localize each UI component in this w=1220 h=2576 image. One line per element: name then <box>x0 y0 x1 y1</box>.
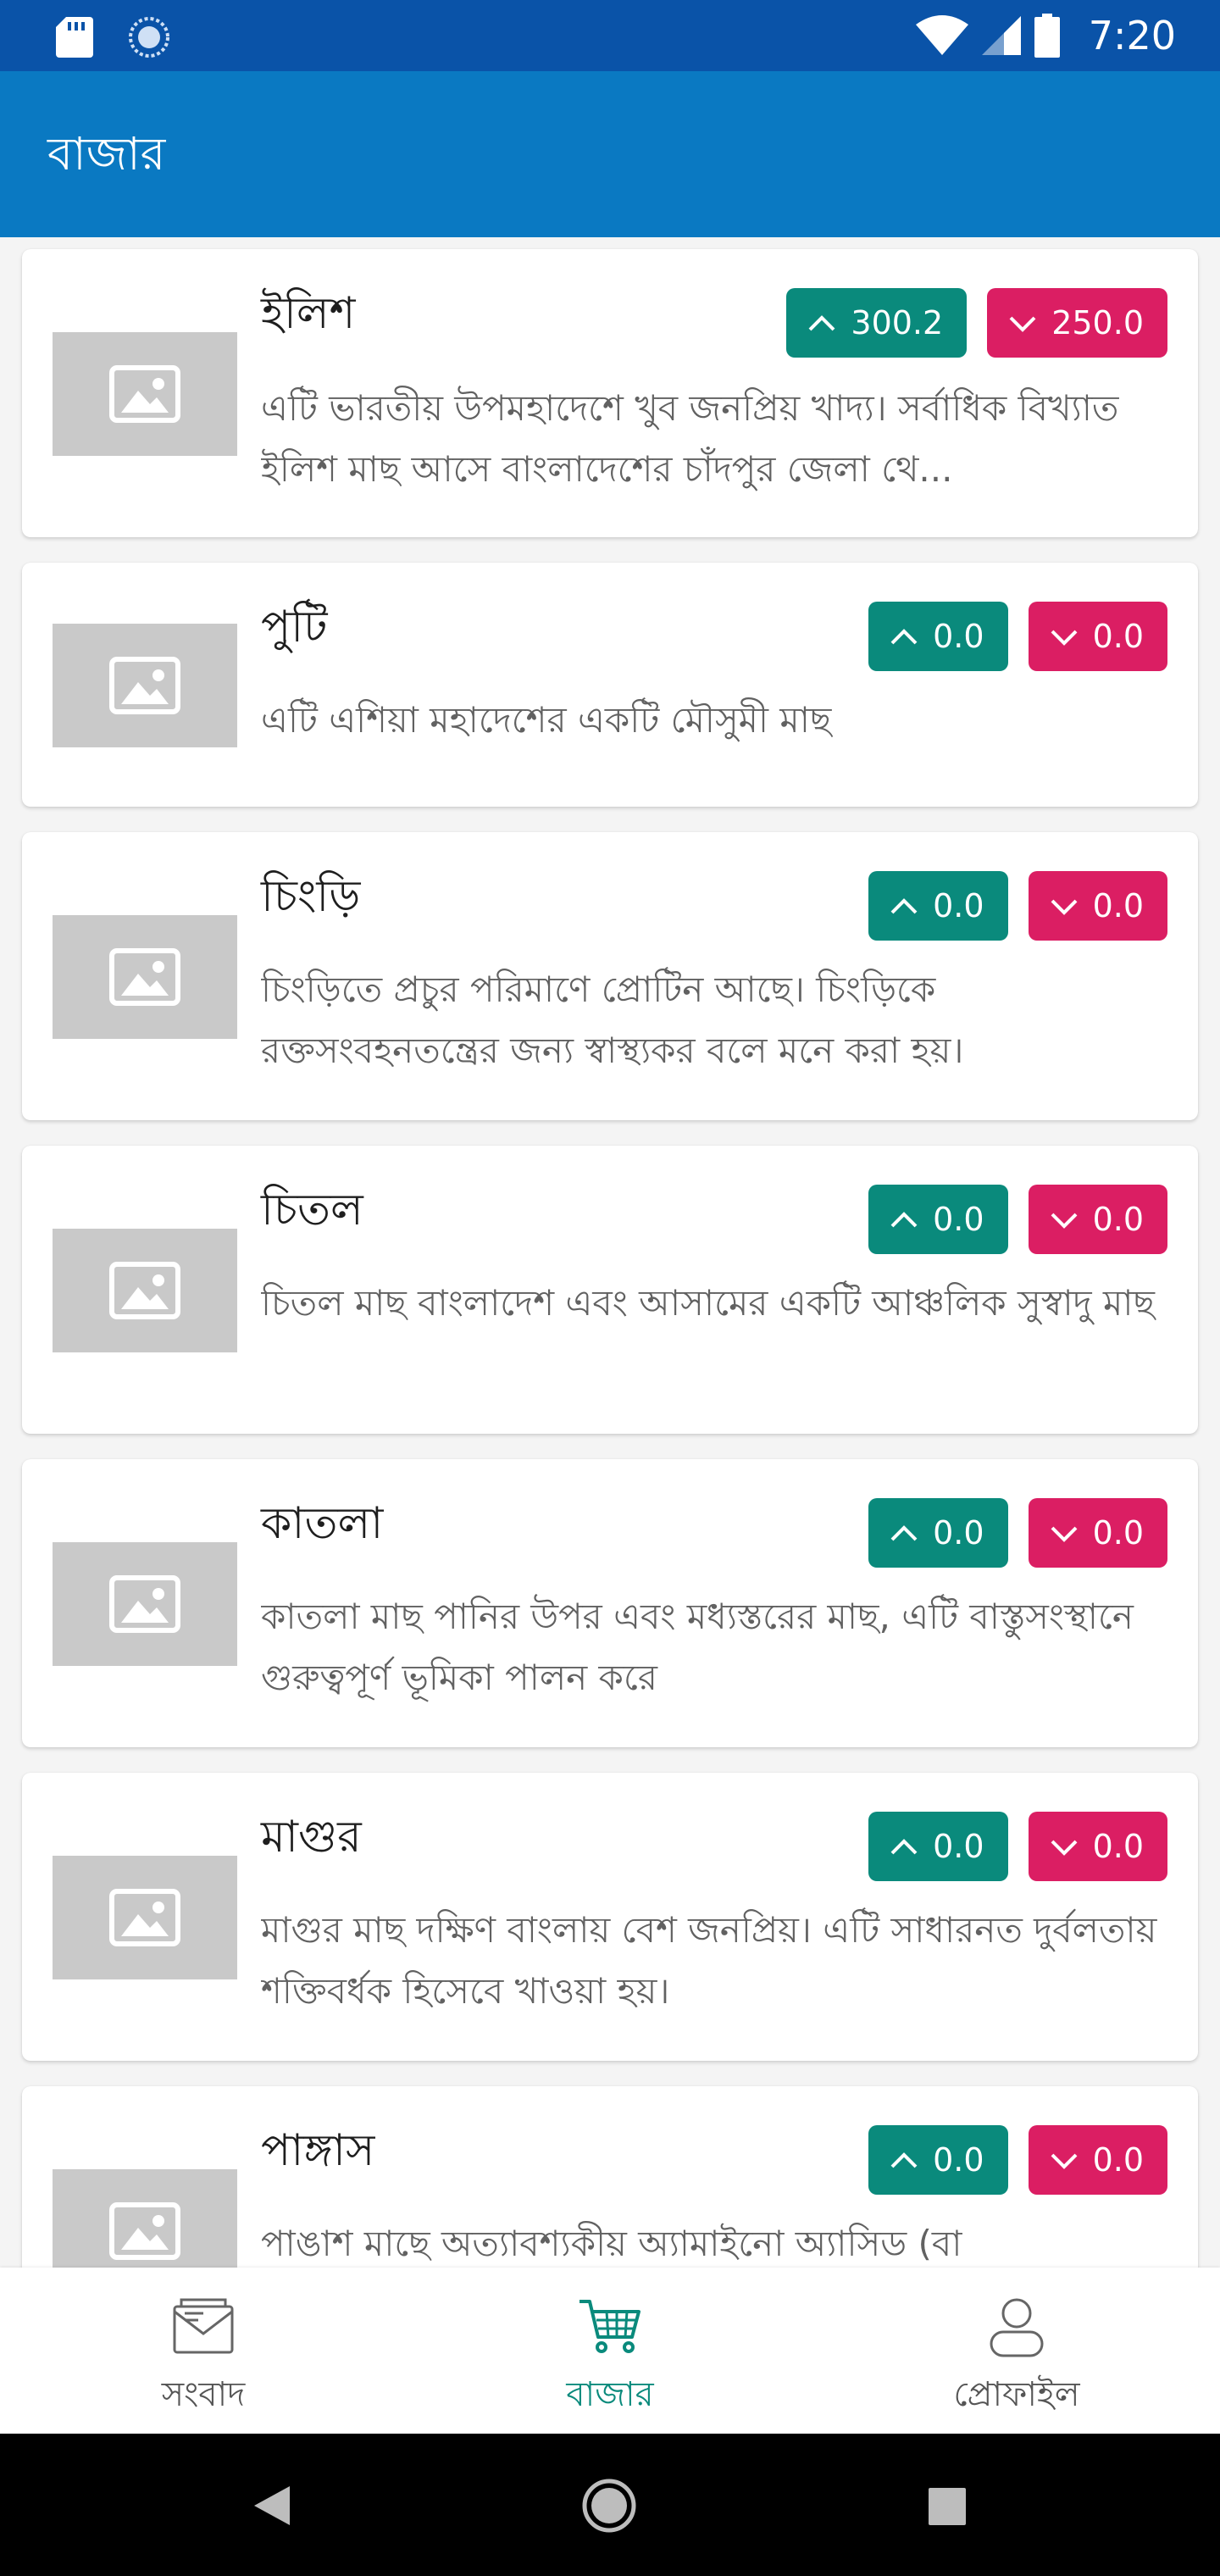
item-name: ইলিশ <box>261 288 356 339</box>
list-item[interactable]: ইলিশ 300.2 250.0 এটি ভারতীয় উপমহাদেশে খ… <box>22 249 1198 537</box>
price-up-value: 0.0 <box>933 1514 984 1552</box>
price-up-badge: 0.0 <box>868 1185 1008 1254</box>
price-down-value: 0.0 <box>1092 1514 1144 1552</box>
price-up-value: 300.2 <box>851 304 944 341</box>
recents-icon[interactable] <box>929 2488 966 2525</box>
item-name: চিতল <box>261 1185 363 1235</box>
image-placeholder-icon <box>53 915 237 1039</box>
price-down-value: 0.0 <box>1092 1828 1144 1865</box>
price-up-badge: 0.0 <box>868 1812 1008 1881</box>
price-up-badge: 0.0 <box>868 871 1008 941</box>
price-down-value: 0.0 <box>1092 887 1144 924</box>
item-description: চিংড়িতে প্রচুর পরিমাণে প্রোটিন আছে। চিং… <box>261 969 964 1071</box>
price-down-badge: 0.0 <box>1028 1185 1167 1254</box>
nav-item-news[interactable]: সংবাদ <box>0 2268 407 2434</box>
status-bar: 7:20 <box>0 0 1220 71</box>
shopping-cart-icon <box>580 2300 640 2353</box>
back-icon[interactable] <box>252 2484 291 2527</box>
price-up-badge: 300.2 <box>786 288 968 358</box>
page-title: বাজার <box>47 127 166 180</box>
image-placeholder-icon <box>53 624 237 747</box>
chevron-up-icon <box>890 629 918 645</box>
price-up-value: 0.0 <box>933 887 984 924</box>
price-down-badge: 0.0 <box>1028 1812 1167 1881</box>
wifi-icon <box>915 15 968 55</box>
image-placeholder-icon <box>53 1542 237 1666</box>
price-up-badge: 0.0 <box>868 2125 1008 2195</box>
market-list[interactable]: ইলিশ 300.2 250.0 এটি ভারতীয় উপমহাদেশে খ… <box>0 237 1220 2268</box>
price-down-badge: 250.0 <box>987 288 1167 358</box>
signal-icon <box>981 16 1021 55</box>
list-item[interactable]: চিতল 0.0 0.0 চিতল মাছ বাংলাদেশ এবং আসামে… <box>22 1146 1198 1434</box>
image-placeholder-icon <box>53 2169 237 2268</box>
item-description: এটি এশিয়া মহাদেশের একটি মৌসুমী মাছ <box>261 699 832 741</box>
chevron-down-icon <box>1051 1840 1077 1856</box>
item-name: মাগুর <box>261 1812 362 1863</box>
system-navigation-bar <box>0 2434 1220 2576</box>
image-placeholder-icon <box>53 1229 237 1352</box>
bottom-navigation: সংবাদ বাজার প্রোফাইল <box>0 2268 1220 2434</box>
nav-label-news: সংবাদ <box>161 2375 246 2414</box>
chevron-up-icon <box>890 1525 918 1541</box>
item-name: চিংড়ি <box>261 871 361 922</box>
item-description: পাঙাশ মাছে অত্যাবশ্যকীয় অ্যামাইনো অ্যাস… <box>261 2223 962 2264</box>
list-item[interactable]: চিংড়ি 0.0 0.0 চিংড়িতে প্রচুর পরিমাণে প… <box>22 832 1198 1120</box>
nav-label-profile: প্রোফাইল <box>953 2375 1080 2414</box>
price-down-value: 0.0 <box>1092 2141 1144 2179</box>
battery-icon <box>1034 14 1060 58</box>
chevron-up-icon <box>890 2152 918 2168</box>
price-down-value: 250.0 <box>1051 304 1144 341</box>
chevron-down-icon <box>1051 1213 1077 1229</box>
item-description: এটি ভারতীয় উপমহাদেশে খুব জনপ্রিয় খাদ্য… <box>261 387 1119 490</box>
nav-label-market: বাজার <box>566 2375 654 2414</box>
home-icon[interactable] <box>581 2478 637 2534</box>
price-down-value: 0.0 <box>1092 1201 1144 1238</box>
item-name: পুটি <box>261 602 328 652</box>
price-down-badge: 0.0 <box>1028 2125 1167 2195</box>
item-description: কাতলা মাছ পানির উপর এবং মধ্যস্তরের মাছ, … <box>261 1596 1134 1698</box>
chevron-down-icon <box>1051 630 1077 646</box>
price-up-value: 0.0 <box>933 2141 984 2179</box>
chevron-down-icon <box>1009 316 1036 332</box>
price-down-badge: 0.0 <box>1028 602 1167 671</box>
nav-item-market[interactable]: বাজার <box>407 2268 813 2434</box>
chevron-down-icon <box>1051 899 1077 915</box>
item-description: চিতল মাছ বাংলাদেশ এবং আসামের একটি আঞ্চলি… <box>261 1282 1155 1324</box>
price-down-badge: 0.0 <box>1028 1498 1167 1568</box>
status-time: 7:20 <box>1088 13 1176 58</box>
list-item[interactable]: পুটি 0.0 0.0 এটি এশিয়া মহাদেশের একটি মৌ… <box>22 563 1198 807</box>
item-name: কাতলা <box>261 1498 384 1549</box>
chevron-up-icon <box>890 1839 918 1855</box>
image-placeholder-icon <box>53 1856 237 1979</box>
list-item[interactable]: কাতলা 0.0 0.0 কাতলা মাছ পানির উপর এবং মধ… <box>22 1459 1198 1747</box>
list-item[interactable]: মাগুর 0.0 0.0 মাগুর মাছ দক্ষিণ বাংলায় ব… <box>22 1773 1198 2061</box>
chevron-down-icon <box>1051 2153 1077 2169</box>
sd-card-icon <box>56 17 93 58</box>
nav-item-profile[interactable]: প্রোফাইল <box>813 2268 1220 2434</box>
item-name: পাঙ্গাস <box>261 2125 375 2176</box>
price-up-value: 0.0 <box>933 618 984 655</box>
chevron-up-icon <box>890 1212 918 1228</box>
price-up-value: 0.0 <box>933 1828 984 1865</box>
price-up-value: 0.0 <box>933 1201 984 1238</box>
price-up-badge: 0.0 <box>868 602 1008 671</box>
chevron-down-icon <box>1051 1526 1077 1542</box>
price-up-badge: 0.0 <box>868 1498 1008 1568</box>
image-placeholder-icon <box>53 332 237 456</box>
price-down-badge: 0.0 <box>1028 871 1167 941</box>
item-description: মাগুর মাছ দক্ষিণ বাংলায় বেশ জনপ্রিয়। এ… <box>261 1909 1157 2012</box>
chevron-up-icon <box>808 315 835 331</box>
sync-icon <box>129 17 169 58</box>
list-item[interactable]: পাঙ্গাস 0.0 0.0 পাঙাশ মাছে অত্যাবশ্যকীয়… <box>22 2086 1198 2268</box>
user-icon <box>990 2298 1044 2357</box>
chevron-up-icon <box>890 898 918 914</box>
price-down-value: 0.0 <box>1092 618 1144 655</box>
app-bar: বাজার <box>0 71 1220 237</box>
newspaper-icon <box>173 2298 234 2354</box>
